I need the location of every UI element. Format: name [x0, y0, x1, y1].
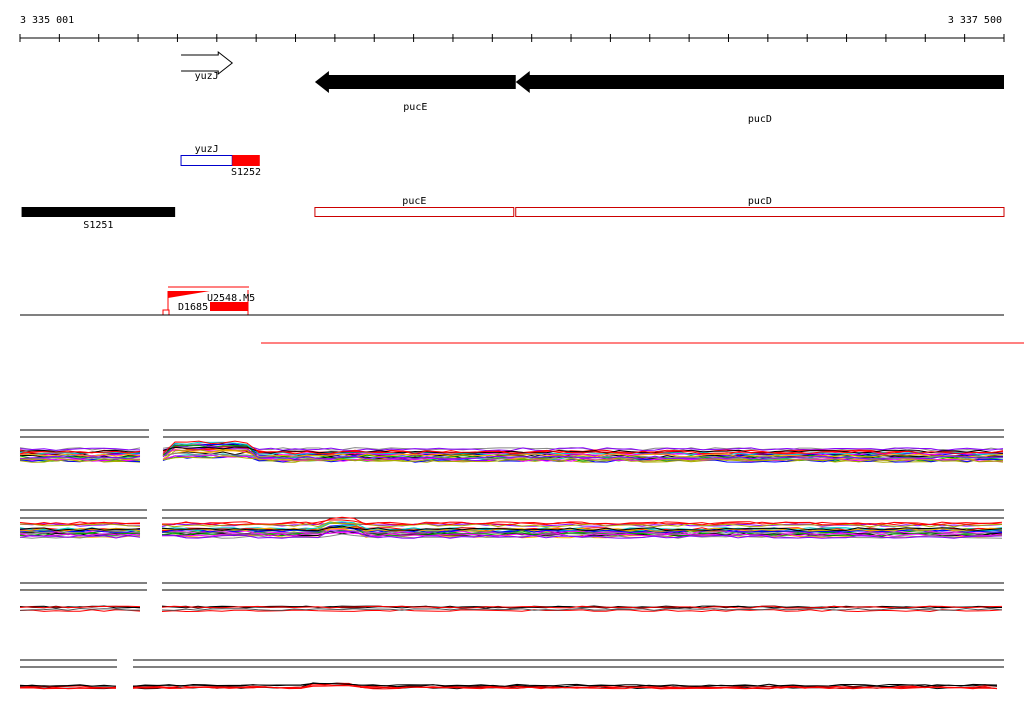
gene-track: yuzJ pucE pucD [181, 50, 1004, 125]
transcript-label-pucE: pucE [402, 196, 426, 207]
transcript-yuzJ[interactable] [180, 155, 233, 166]
genome-browser: 3 335 001 3 337 500 yuzJ pucE pucD yuzJ … [19, 15, 1024, 690]
ruler-start-label: 3 335 001 [20, 15, 74, 26]
regulation-track: U2548.M5 D1685 [20, 286, 1004, 316]
gene-pucE[interactable]: pucE [314, 71, 516, 113]
transcript-label-S1252: S1252 [231, 167, 261, 178]
down-shift-marker[interactable] [162, 309, 170, 316]
transcript-track: yuzJ S1252 S1251 pucE pucD [21, 144, 1005, 231]
gene-yuzJ[interactable]: yuzJ [181, 50, 234, 82]
ruler-end-label: 3 337 500 [948, 15, 1002, 26]
profile-panel-2 [19, 509, 1004, 539]
profile-panel-3 [19, 582, 1004, 613]
up-shift-wedge[interactable] [168, 291, 210, 298]
profile-panel-1 [19, 429, 1004, 463]
gene-pucD[interactable]: pucD [515, 71, 1004, 125]
gene-label-yuzJ: yuzJ [195, 71, 219, 82]
gene-label-pucE: pucE [403, 102, 427, 113]
gene-label-pucD: pucD [748, 114, 772, 125]
gene-arrow-pucE[interactable] [314, 71, 516, 93]
transcript-pucE[interactable] [314, 207, 515, 217]
profile-panel-4 [19, 659, 1004, 690]
transcript-pucD[interactable] [515, 207, 1005, 217]
transcript-S1252[interactable] [232, 155, 260, 166]
coordinate-ruler: 3 335 001 3 337 500 [19, 15, 1005, 42]
regulation-label-D1685: D1685 [178, 302, 208, 313]
transcript-label-yuzJ: yuzJ [195, 144, 219, 155]
regulation-label-U2548: U2548.M5 [207, 293, 255, 304]
transcript-label-S1251: S1251 [83, 220, 113, 231]
transcript-label-pucD: pucD [748, 196, 772, 207]
gene-arrow-pucD[interactable] [515, 71, 1004, 93]
transcript-S1251[interactable] [21, 207, 176, 217]
expression-profile-tracks [19, 429, 1004, 690]
